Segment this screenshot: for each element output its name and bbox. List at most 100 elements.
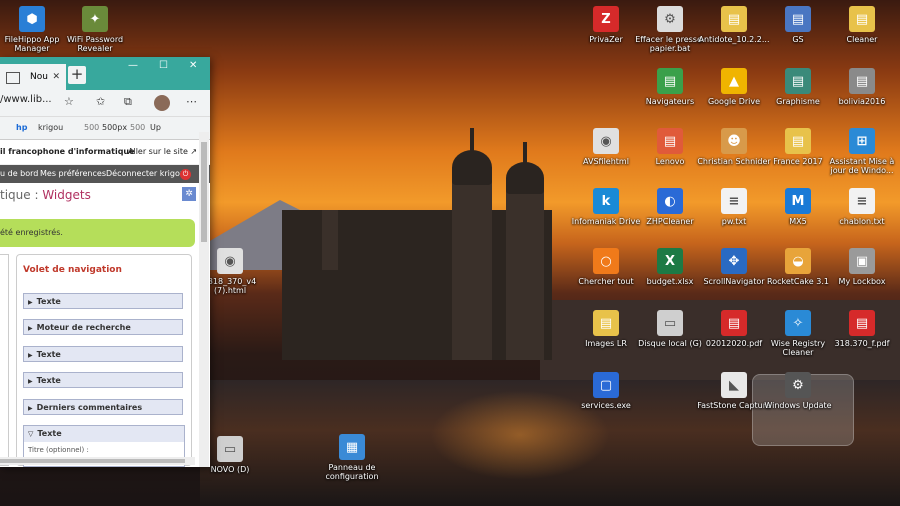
desktop-icon-label: My Lockbox: [838, 277, 886, 286]
navigation-panel: Volet de navigation ▶ Texte ▶ Moteur de re…: [16, 254, 192, 467]
visit-site-link[interactable]: Aller sur le site ↗: [128, 147, 197, 156]
pdf-icon: ▤: [849, 310, 875, 336]
widget-label: Texte: [37, 429, 62, 438]
admin-link-preferences[interactable]: Mes préférences: [40, 169, 106, 178]
drive-icon: ▭: [657, 310, 683, 336]
desktop-icon-label: 318.370_f.pdf: [834, 339, 890, 348]
address-bar[interactable]: /www.lib... ☆ ✩ ⧉ ⋯: [0, 90, 210, 117]
folder-icon: ▤: [657, 68, 683, 94]
favorite-star-icon[interactable]: ☆: [64, 95, 74, 108]
privazer-icon: Z: [593, 6, 619, 32]
maximize-icon[interactable]: ☐: [159, 57, 168, 75]
wallpaper-small-tower: [322, 210, 338, 270]
user-folder-icon: ☻: [721, 128, 747, 154]
desktop-icon-mylockbox[interactable]: ▣ My Lockbox: [822, 248, 900, 286]
excel-icon: X: [657, 248, 683, 274]
widget-row[interactable]: ▶ Texte: [23, 372, 183, 388]
folder-icon: ▤: [849, 68, 875, 94]
desktop-icon-label: WiFi Password Revealer: [66, 35, 124, 53]
scroll-thumb[interactable]: [201, 142, 207, 242]
wifi-icon: ✦: [82, 6, 108, 32]
scroll-thumb[interactable]: [0, 459, 185, 463]
widget-label: Texte: [36, 350, 61, 359]
folder-icon: ▤: [657, 128, 683, 154]
wallpaper-tower-left: [452, 180, 492, 360]
widget-label: Moteur de recherche: [36, 323, 131, 332]
bookmark-item[interactable]: krigou: [38, 123, 63, 132]
widget-label: Texte: [36, 376, 61, 385]
bookmark-item[interactable]: Up: [150, 123, 161, 132]
collections-icon[interactable]: ⧉: [124, 95, 132, 109]
admin-link-dashboard[interactable]: u de bord: [0, 169, 38, 178]
folder-icon: ▤: [785, 6, 811, 32]
vertical-scrollbar[interactable]: [199, 132, 209, 467]
desktop-icon-bolivia[interactable]: ▤ bolivia2016: [822, 68, 900, 106]
new-tab-button[interactable]: +: [68, 66, 86, 84]
gear-icon: ⚙: [785, 372, 811, 398]
desktop-icon-winupdate[interactable]: ⚙ Windows Update: [758, 372, 838, 410]
wallpaper-tower-right: [506, 190, 544, 360]
widget-row[interactable]: ▶ Texte: [23, 346, 183, 362]
favorites-list-icon[interactable]: ✩: [96, 95, 105, 108]
desktop-icon-cleaner[interactable]: ▤ Cleaner: [822, 6, 900, 44]
left-column-edge: [0, 254, 9, 466]
minimize-icon[interactable]: —: [128, 57, 138, 75]
folder-icon: ▤: [785, 68, 811, 94]
horizontal-scrollbar[interactable]: [0, 457, 195, 465]
widget-expanded-header[interactable]: ▽ Texte: [24, 426, 184, 442]
widget-row[interactable]: ▶ Derniers commentaires: [23, 399, 183, 415]
wallpaper-spire-right: [523, 142, 527, 164]
tab-close-icon[interactable]: ✕: [52, 64, 60, 90]
desktop-icon-label: Windows Update: [764, 401, 832, 410]
google-drive-icon: ▲: [721, 68, 747, 94]
browser-window[interactable]: Nou ✕ + — ☐ ✕ /www.lib... ☆ ✩ ⧉ ⋯ hp kri…: [0, 57, 210, 467]
drive-icon: ▭: [217, 436, 243, 462]
scroll-icon: ✥: [721, 248, 747, 274]
desktop-icon-services[interactable]: ▢ services.exe: [566, 372, 646, 410]
widget-row[interactable]: ▶ Moteur de recherche: [23, 319, 183, 335]
tab-page-icon: [6, 72, 20, 84]
expand-icon: ▶: [28, 325, 33, 332]
search-everything-icon: ○: [593, 248, 619, 274]
widget-label: Texte: [36, 297, 61, 306]
maxthon-icon: M: [785, 188, 811, 214]
desktop-icon-panneau[interactable]: ▦ Panneau de configuration: [312, 434, 392, 481]
wise-icon: ✧: [785, 310, 811, 336]
hp-bookmark-icon[interactable]: hp: [16, 123, 27, 132]
bat-file-icon: ⚙: [657, 6, 683, 32]
widget-field-label: Titre (optionnel) :: [28, 446, 89, 454]
bookmark-item[interactable]: 500px: [102, 123, 127, 132]
desktop-icon-pdf318[interactable]: ▤ 318.370_f.pdf: [822, 310, 900, 348]
bookmark-icon: 500: [84, 123, 100, 132]
browser-tab[interactable]: Nou ✕: [0, 64, 66, 90]
close-icon[interactable]: ✕: [189, 57, 197, 75]
more-menu-icon[interactable]: ⋯: [186, 95, 197, 108]
zhp-icon: ◐: [657, 188, 683, 214]
text-file-icon: ≡: [721, 188, 747, 214]
expand-icon: ▶: [28, 378, 33, 385]
url-field[interactable]: /www.lib...: [0, 94, 52, 105]
folder-icon: ▤: [721, 6, 747, 32]
expand-icon: ▶: [28, 352, 33, 359]
pdf-icon: ▤: [721, 310, 747, 336]
admin-bar: u de bord Mes préférences Déconnecter kr…: [0, 165, 210, 183]
browser-titlebar[interactable]: Nou ✕ + — ☐ ✕: [0, 57, 210, 90]
desktop-icon-assistant[interactable]: ⊞ Assistant Mise à jour de Windo...: [822, 128, 900, 175]
power-icon[interactable]: ⏻: [180, 169, 191, 180]
exe-icon: ▢: [593, 372, 619, 398]
lockbox-icon: ▣: [849, 248, 875, 274]
bookmarks-bar: hp krigou 500 500px 500 Up: [0, 117, 210, 140]
admin-link-logout[interactable]: Déconnecter krigou: [106, 169, 185, 178]
control-panel-icon: ▦: [339, 434, 365, 460]
chrome-icon: ◉: [217, 248, 243, 274]
profile-avatar[interactable]: [154, 95, 170, 111]
desktop-icon-wifipw[interactable]: ✦ WiFi Password Revealer: [55, 6, 135, 53]
wallpaper-dome-left: [452, 150, 492, 185]
desktop-icon-chablon[interactable]: ≡ chablon.txt: [822, 188, 900, 226]
expand-icon: ▶: [28, 405, 33, 412]
breadcrumb-current: Widgets: [42, 188, 91, 202]
site-header: il francophone d'informatique Aller sur …: [0, 140, 210, 165]
settings-icon[interactable]: ✲: [182, 187, 196, 201]
widget-row[interactable]: ▶ Texte: [23, 293, 183, 309]
breadcrumb: tique : Widgets ✲: [0, 183, 210, 207]
